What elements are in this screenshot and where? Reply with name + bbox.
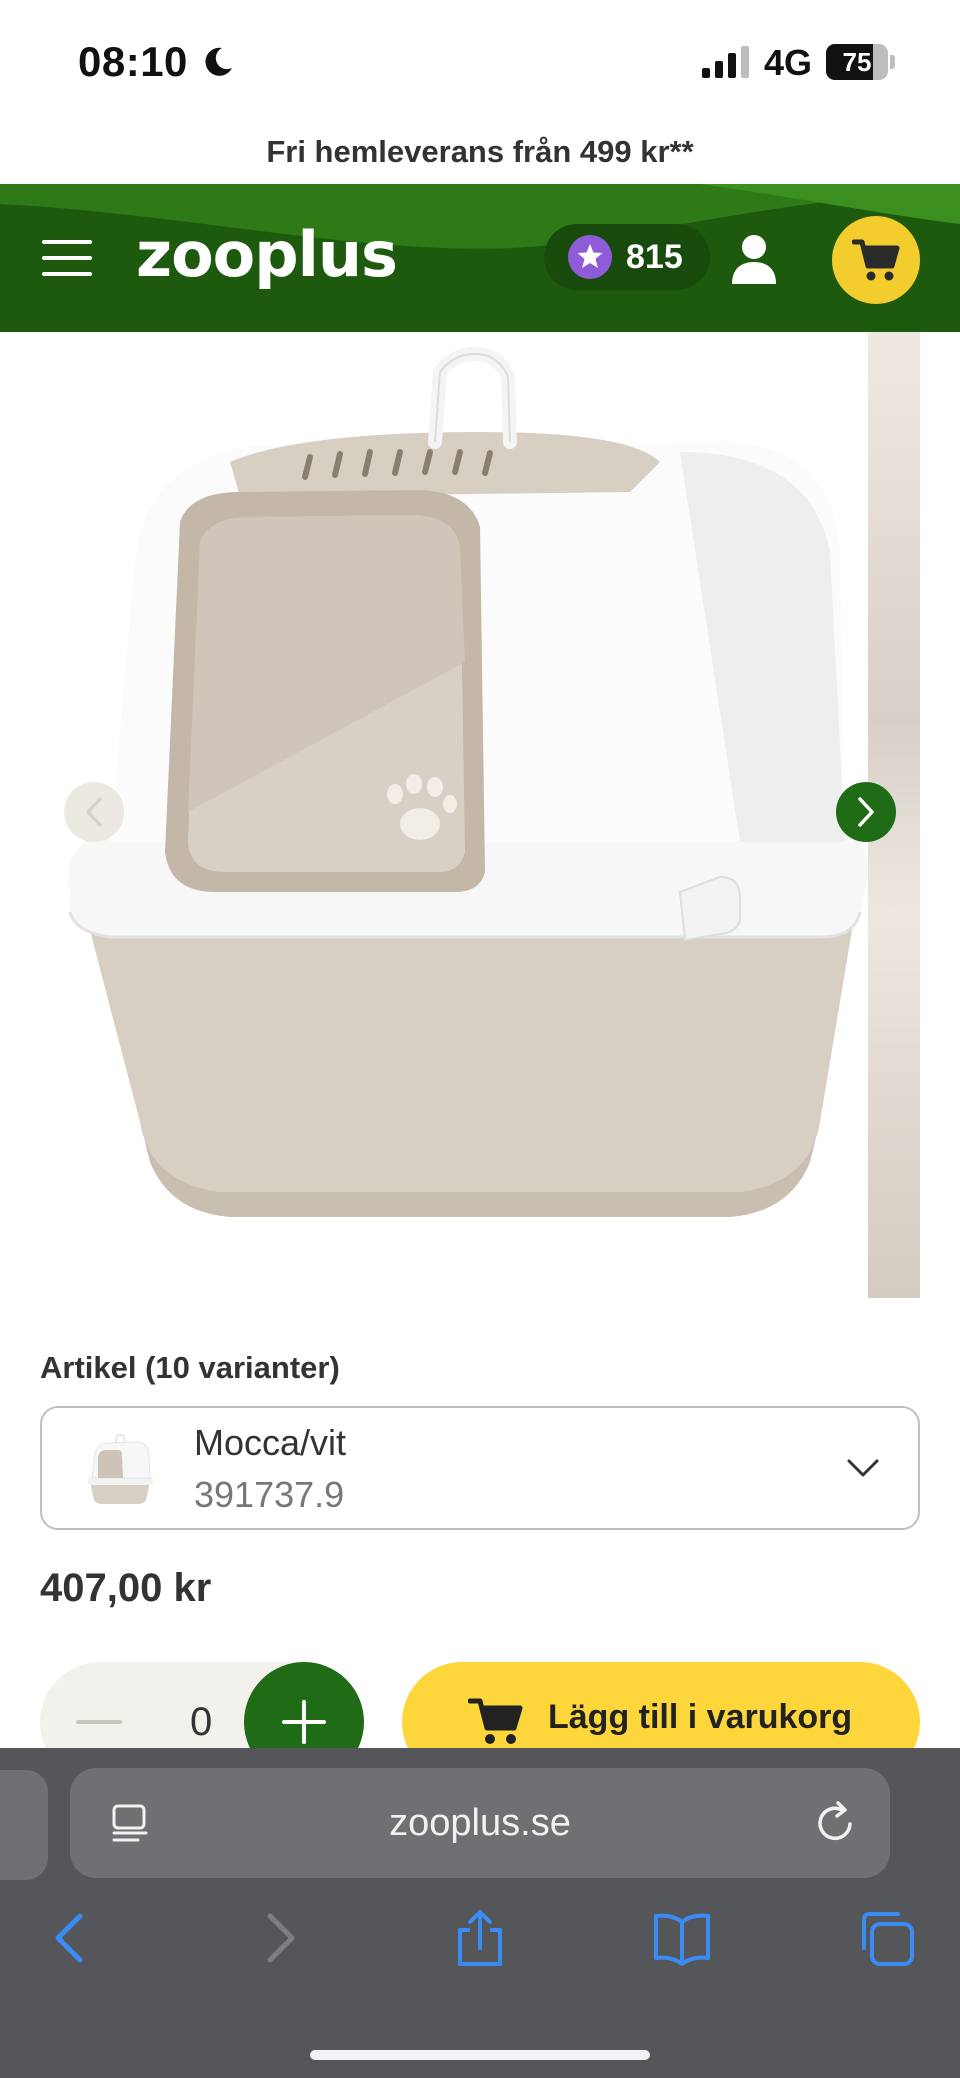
reload-icon[interactable] xyxy=(812,1800,858,1846)
chevron-left-icon xyxy=(86,797,102,827)
promo-banner[interactable]: Fri hemleverans från 499 kr** xyxy=(0,120,960,184)
prev-image-button[interactable] xyxy=(64,782,124,842)
battery-icon: 75 xyxy=(826,44,896,80)
cart-icon xyxy=(468,1698,523,1744)
promo-text: Fri hemleverans från 499 kr** xyxy=(266,134,694,169)
previous-tab-peek[interactable] xyxy=(0,1770,48,1880)
url-text: zooplus.se xyxy=(389,1802,571,1844)
variant-thumbnail xyxy=(87,1434,154,1504)
browser-toolbar: zooplus.se xyxy=(0,1748,960,2078)
points-value: 815 xyxy=(626,238,683,276)
page: 08:10 4G 75 Fri hemleverans från 499 kr*… xyxy=(0,0,960,2078)
tabs-icon[interactable] xyxy=(856,1908,916,1968)
product-price: 407,00 kr xyxy=(40,1566,212,1610)
next-image-button[interactable] xyxy=(836,782,896,842)
share-icon[interactable] xyxy=(450,1908,510,1968)
product-image xyxy=(68,346,868,1217)
forward-icon[interactable] xyxy=(248,1908,308,1968)
variant-sku: 391737.9 xyxy=(194,1474,345,1515)
points-badge[interactable]: 815 xyxy=(544,224,710,290)
signal-icon xyxy=(702,46,749,78)
chevron-right-icon xyxy=(858,797,874,827)
menu-button[interactable] xyxy=(40,236,96,280)
back-icon[interactable] xyxy=(42,1908,102,1968)
network-label: 4G xyxy=(764,42,813,83)
cart-button[interactable] xyxy=(832,216,920,304)
cart-icon xyxy=(852,239,900,281)
account-icon[interactable] xyxy=(728,232,780,286)
variant-label: Artikel (10 varianter) xyxy=(40,1350,340,1385)
zooplus-logo[interactable]: zooplus xyxy=(136,218,398,291)
variant-name: Mocca/vit xyxy=(194,1422,347,1463)
battery-percent: 75 xyxy=(842,47,872,77)
moon-icon xyxy=(205,47,232,76)
status-time: 08:10 xyxy=(78,38,188,85)
page-menu-icon[interactable] xyxy=(108,1802,152,1846)
bookmarks-icon[interactable] xyxy=(652,1908,712,1968)
variant-select[interactable]: Mocca/vit 391737.9 xyxy=(40,1406,920,1530)
minus-icon[interactable] xyxy=(76,1720,122,1724)
address-bar[interactable]: zooplus.se xyxy=(70,1768,890,1878)
plus-icon xyxy=(282,1700,326,1744)
status-bar: 08:10 4G 75 xyxy=(0,0,960,120)
quantity-value: 0 xyxy=(190,1700,213,1744)
add-to-cart-label: Lägg till i varukorg xyxy=(548,1698,853,1736)
star-icon xyxy=(568,235,612,279)
chevron-down-icon xyxy=(847,1459,879,1477)
site-header: zooplus 815 xyxy=(0,184,960,332)
product-gallery[interactable] xyxy=(0,332,960,1300)
home-indicator xyxy=(310,2050,650,2060)
